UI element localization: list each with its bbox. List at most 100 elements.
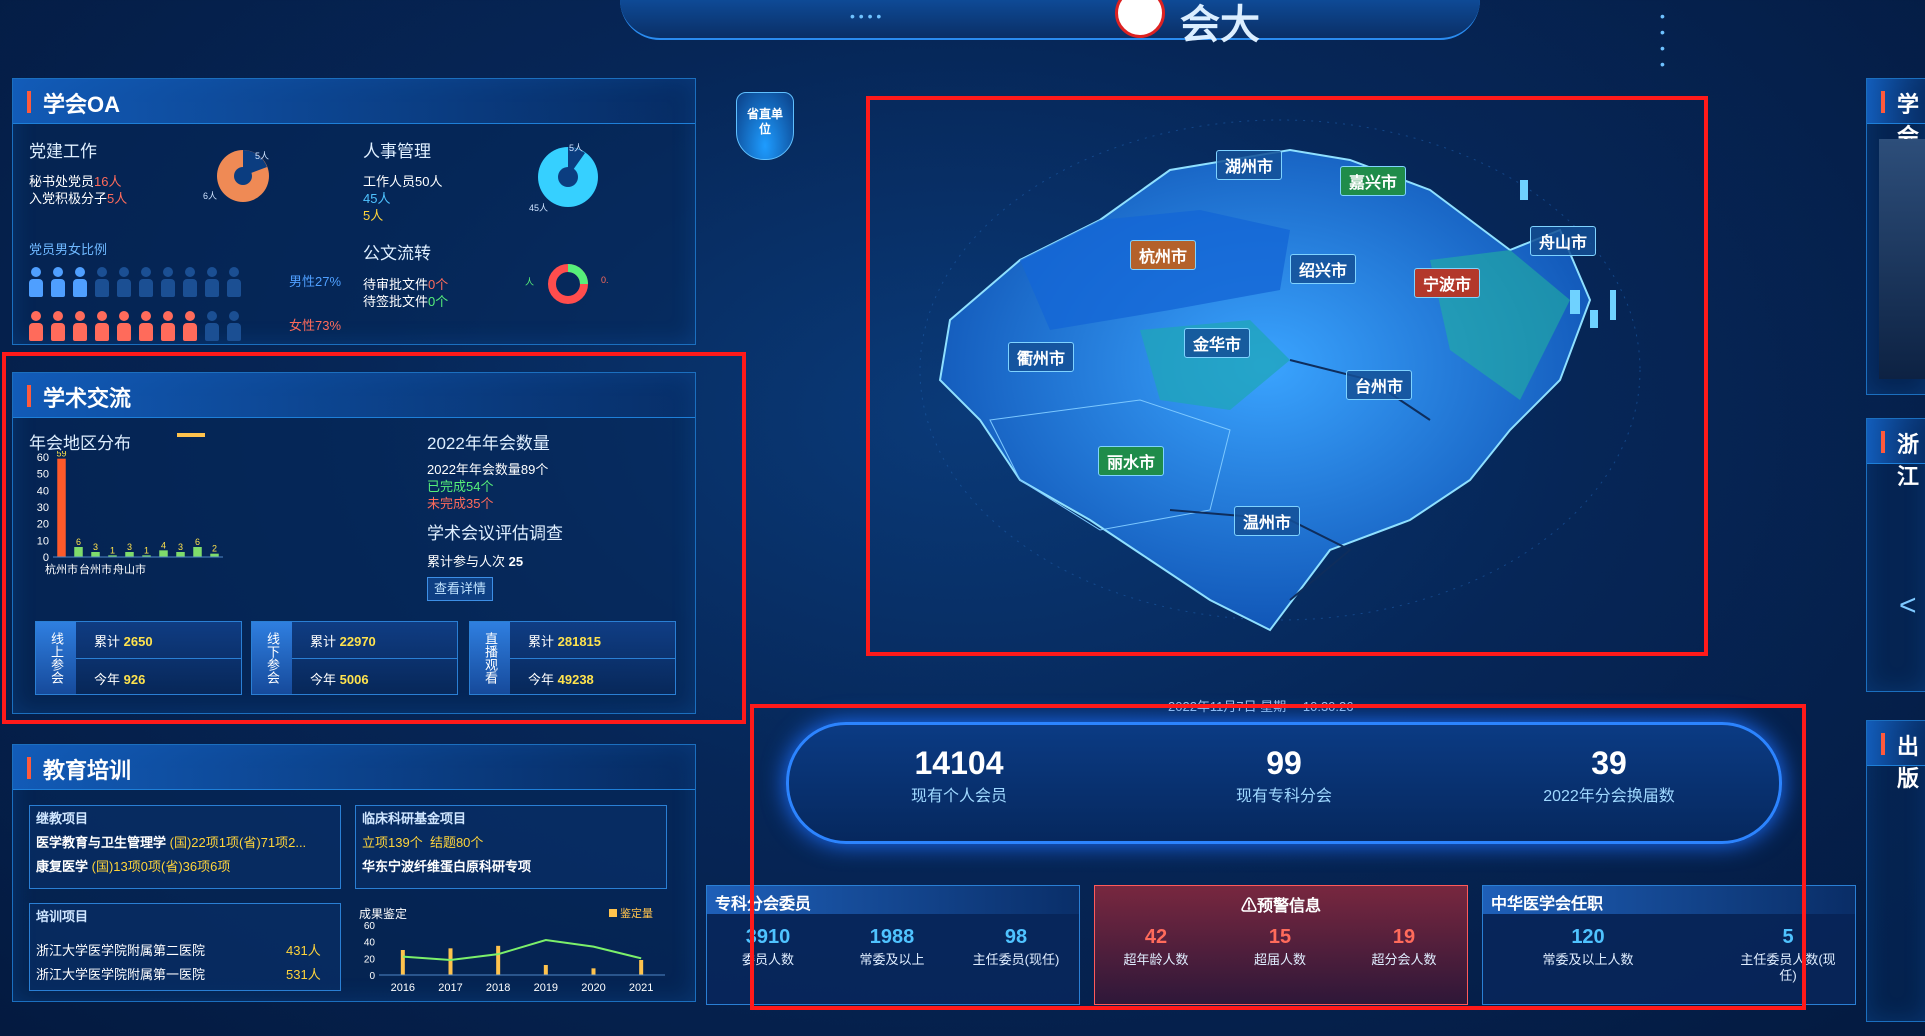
education-panel-title: 教育培训 [43,758,132,783]
y-tick-label: 0 [369,971,375,982]
highlight-box-map [866,96,1708,656]
docs-line2: 待签批文件0个 [363,294,449,309]
person-icon [73,267,87,297]
gender-title: 党员男女比例 [29,242,108,257]
training-row-value: 431人 [286,943,321,958]
person-icon [205,311,219,341]
party-line2: 入党积极分子5人 [29,191,128,206]
bar [639,960,644,975]
x-tick-label: 2021 [629,982,653,994]
person-icon [117,267,131,297]
clinical-title: 临床科研基金项目 [362,811,467,826]
clinical-line2: 华东宁波纤维蛋白原科研专项 [362,859,532,874]
unit-button[interactable]: 省直单位 [736,92,794,160]
party-title: 党建工作 [29,142,97,161]
gender-male-pct: 男性27% [289,274,342,289]
title-accent [1881,91,1885,113]
y-tick-label: 40 [364,938,376,949]
gender-female-pct: 女性73% [289,318,342,333]
oa-panel: 学会OA 党建工作 秘书处党员16人 入党积极分子5人 5人 6人 人事管理 工… [12,78,696,345]
right-panel-3: 出版 [1866,720,1925,1022]
right-panel-2-title: 浙江 [1897,432,1920,489]
bar [543,965,548,975]
title-accent [27,757,31,779]
continuing-row1: 医学教育与卫生管理学 (国)22项1项(省)71项2... [36,835,307,850]
header-dots-left: • • • • [850,8,882,24]
person-icon [205,267,219,297]
header-logo-icon [1115,0,1165,38]
person-icon [227,311,241,341]
x-tick-label: 2017 [438,982,462,994]
title-accent [27,91,31,113]
party-pie-label-b: 6人 [203,191,218,201]
person-icon [161,267,175,297]
training-row: 浙江大学医学院附属第一医院 [36,967,206,982]
person-icon [139,311,153,341]
title-accent [1881,733,1885,755]
clinical-box: 临床科研基金项目 立项139个 结题80个 华东宁波纤维蛋白原科研专项 [355,805,667,889]
bar [496,945,501,975]
male-icons [29,267,269,299]
bar [448,948,453,975]
person-icon [227,267,241,297]
right-panel-1-header: 学会 [1867,79,1925,149]
person-icon [29,311,43,341]
hr-line3: 5人 [363,208,384,223]
person-icon [139,267,153,297]
training-box: 培训项目 浙江大学医学院附属第二医院 431人 浙江大学医学院附属第一医院 53… [29,903,341,991]
docs-ring-right: 0. [601,275,609,285]
oa-panel-header: 学会OA [13,79,695,124]
person-icon [183,311,197,341]
header-dots-right: • • • • [1660,8,1665,72]
hr-pie-label-a: 5人 [569,143,584,153]
highlight-box-academic [2,352,746,724]
x-tick-label: 2018 [486,982,510,994]
right-panel-3-header: 出版 [1867,721,1925,791]
person-icon [161,311,175,341]
hr-pie-label-b: 45人 [529,203,549,213]
title-accent [1881,431,1885,453]
bar [400,950,405,975]
training-row-value: 531人 [286,967,321,982]
clinical-line1: 立项139个 结题80个 [362,835,484,850]
result-chart-title: 成果鉴定 [359,907,408,921]
docs-ring [548,264,588,304]
person-icon [95,267,109,297]
x-tick-label: 2020 [581,982,605,994]
training-row: 浙江大学医学院附属第二医院 [36,943,206,958]
person-icon [95,311,109,341]
result-legend: 鉴定量 [609,905,653,921]
person-icon [73,311,87,341]
continuing-row2: 康复医学 (国)13项0项(省)36项6项 [36,859,231,874]
bar [591,968,596,975]
x-tick-label: 2019 [534,982,558,994]
header-title: 会大 [1180,3,1260,47]
legend-square-icon [609,909,617,917]
right-panel-1: 学会 [1866,78,1925,395]
highlight-box-summary [750,704,1806,1010]
y-tick-label: 20 [364,954,376,965]
unit-button-label: 省直单位 [747,107,784,136]
party-pie-label-a: 5人 [255,151,270,161]
top-header: 会大 • • • • • • • • [620,0,1665,72]
continuing-title: 继教项目 [36,811,89,826]
trend-line [402,938,642,962]
y-tick-label: 60 [364,921,376,932]
x-tick-label: 2016 [391,982,415,994]
person-icon [51,311,65,341]
person-icon [29,267,43,297]
person-icon [183,267,197,297]
person-icon [51,267,65,297]
hr-title: 人事管理 [363,142,431,161]
training-title: 培训项目 [36,909,89,924]
result-bar-line-chart: 0 20 40 60 2016 2017 2018 2019 2020 2021 [364,921,665,994]
right-panel-3-title: 出版 [1897,734,1920,791]
oa-panel-title: 学会OA [43,92,121,117]
female-icons [29,311,269,343]
continuing-box: 继教项目 医学教育与卫生管理学 (国)22项1项(省)71项2... 康复医学 … [29,805,341,889]
right-panel-2-header: 浙江 [1867,419,1925,489]
docs-title: 公文流转 [363,244,431,263]
education-panel-header: 教育培训 [13,745,695,790]
chevron-left-icon[interactable]: < [1899,589,1917,623]
right-panel-1-image [1879,139,1925,379]
